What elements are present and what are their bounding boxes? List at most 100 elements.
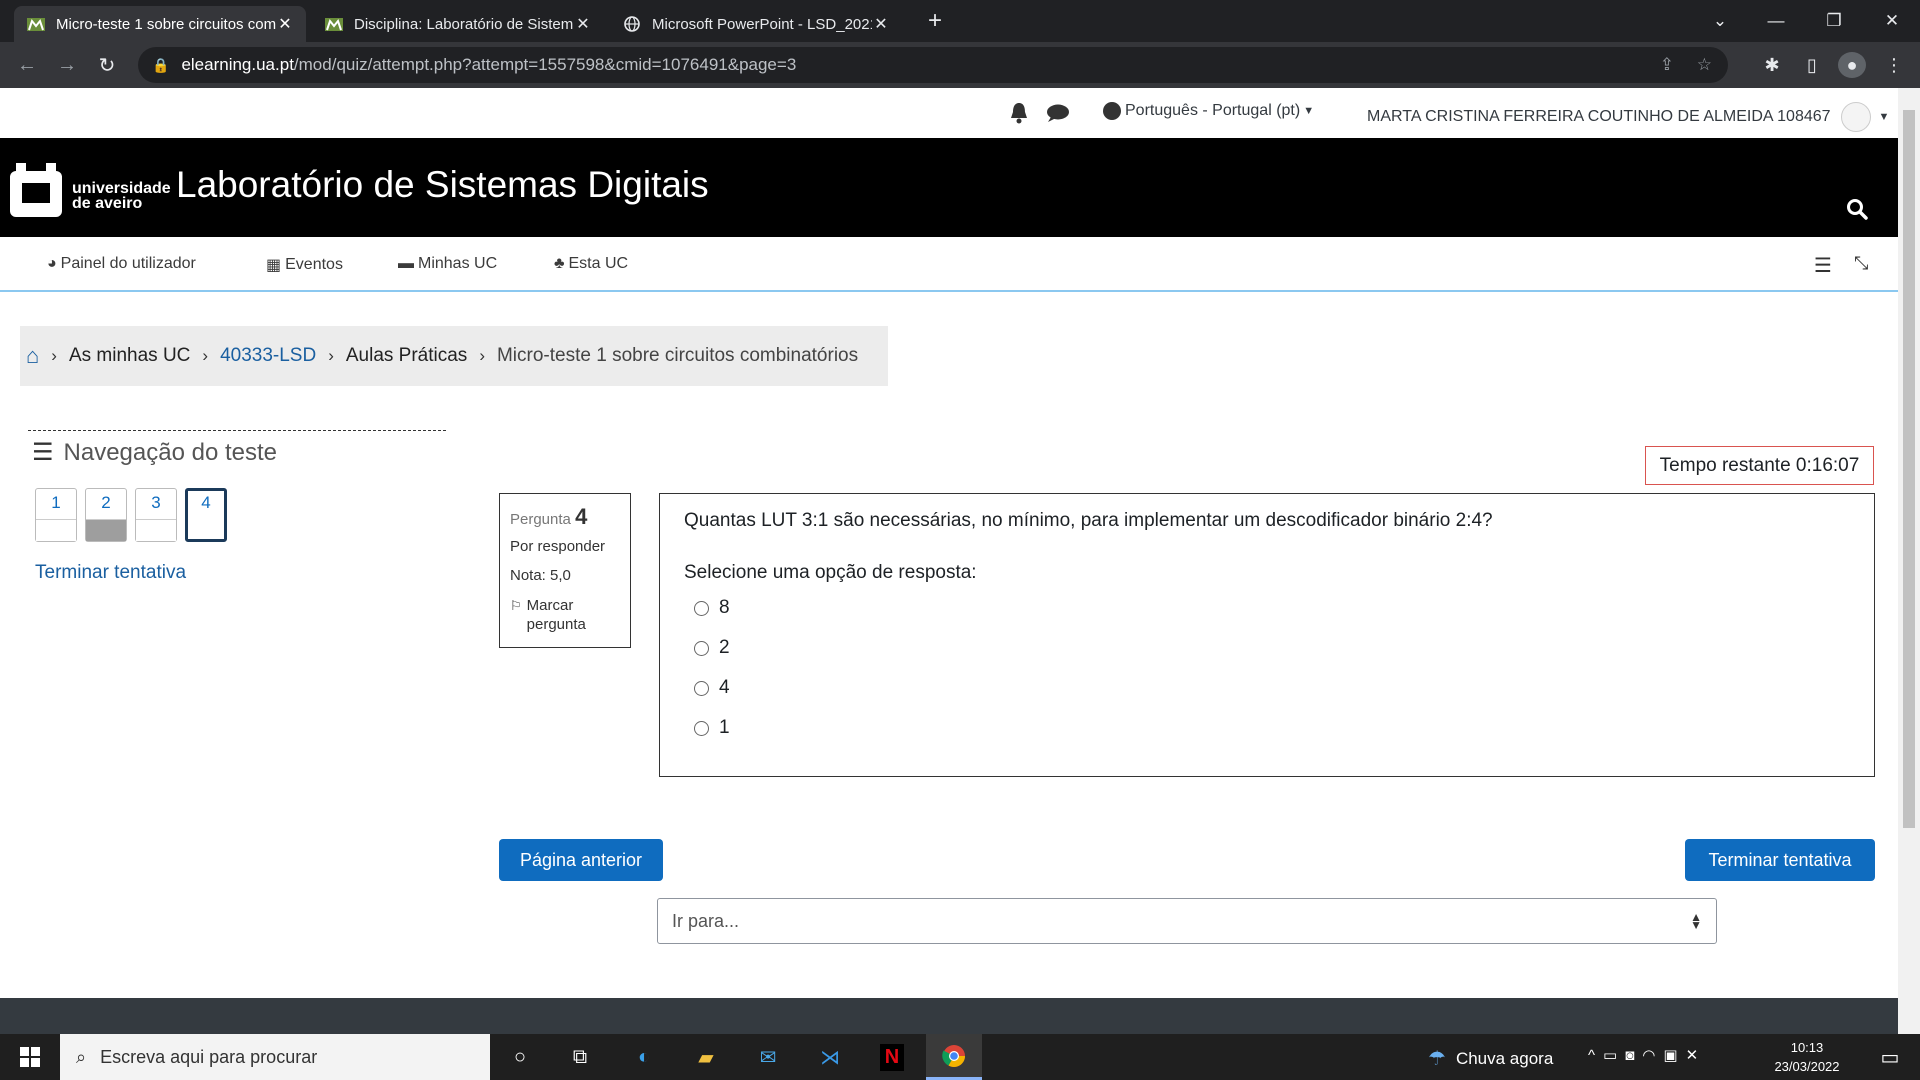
- quiz-nav-question-4[interactable]: 4: [185, 488, 227, 542]
- bookmark-star-icon[interactable]: ☆: [1697, 55, 1712, 75]
- nav-item-this-course[interactable]: ♣ Esta UC: [554, 255, 628, 273]
- drawer-toggle-icon[interactable]: ☰: [1814, 253, 1832, 278]
- forward-arrow-icon[interactable]: →: [52, 50, 82, 80]
- tab-search-icon[interactable]: ⌄: [1692, 0, 1748, 42]
- user-dropdown[interactable]: MARTA CRISTINA FERREIRA COUTINHO DE ALME…: [1367, 102, 1889, 132]
- umbrella-icon: ☂: [1428, 1048, 1446, 1070]
- breadcrumb-item-section[interactable]: Aulas Práticas: [346, 345, 467, 367]
- reload-icon[interactable]: ↻: [92, 50, 122, 80]
- task-view-icon[interactable]: ⧉: [552, 1034, 608, 1080]
- browser-toolbar: ← → ↻ 🔒 elearning.ua.pt/mod/quiz/attempt…: [0, 42, 1920, 88]
- close-tab-icon[interactable]: ✕: [276, 14, 294, 34]
- close-tab-icon[interactable]: ✕: [574, 14, 592, 34]
- restore-window-icon[interactable]: ❐: [1806, 0, 1862, 42]
- site-title[interactable]: Laboratório de Sistemas Digitais: [176, 164, 709, 206]
- language-label: Português - Portugal (pt): [1125, 102, 1301, 119]
- browser-tab-3[interactable]: Microsoft PowerPoint - LSD_2021 ✕: [610, 6, 902, 42]
- windows-taskbar: ⌕ Escreva aqui para procurar ○ ⧉ ◐ ▰ ✉ ⋊…: [0, 1034, 1920, 1080]
- university-logo-icon[interactable]: [10, 163, 62, 217]
- file-explorer-icon[interactable]: ▰: [678, 1034, 734, 1080]
- volume-muted-icon[interactable]: ✕: [1686, 1047, 1707, 1064]
- weather-widget[interactable]: ☂ Chuva agora: [1428, 1046, 1553, 1071]
- finish-attempt-button[interactable]: Terminar tentativa: [1685, 839, 1875, 881]
- cortana-icon[interactable]: ○: [492, 1034, 548, 1080]
- answer-option-label: 8: [719, 597, 730, 618]
- radio-button[interactable]: [694, 600, 709, 616]
- breadcrumb-separator-icon: ›: [51, 346, 57, 365]
- breadcrumb-separator-icon: ›: [328, 346, 334, 365]
- breadcrumb-item-course[interactable]: 40333-LSD: [220, 345, 316, 367]
- nav-item-dashboard[interactable]: ◕ Painel do utilizador: [47, 255, 196, 273]
- tab-title: Micro-teste 1 sobre circuitos com: [56, 15, 276, 33]
- select-arrows-icon: ▲ ▼: [1690, 910, 1702, 932]
- question-label: Pergunta: [510, 511, 571, 528]
- battery-icon[interactable]: ▭: [1603, 1047, 1625, 1064]
- flag-question-toggle[interactable]: ⚐ Marcar pergunta: [510, 596, 620, 634]
- nav-item-events[interactable]: ▦ Eventos: [266, 255, 343, 275]
- back-arrow-icon[interactable]: ←: [12, 50, 42, 80]
- scrollbar-thumb[interactable]: [1903, 110, 1915, 828]
- browser-tab-2[interactable]: Disciplina: Laboratório de Sistem ✕: [312, 6, 604, 42]
- page-scrollbar[interactable]: [1898, 88, 1920, 1034]
- browser-tab-1[interactable]: Micro-teste 1 sobre circuitos com ✕: [14, 6, 306, 42]
- breadcrumb-item-my-courses[interactable]: As minhas UC: [69, 345, 190, 367]
- camera-icon[interactable]: ◙: [1625, 1047, 1642, 1064]
- radio-button[interactable]: [694, 720, 709, 736]
- answer-option[interactable]: 1: [684, 708, 1850, 748]
- taskbar-search-box[interactable]: ⌕ Escreva aqui para procurar: [60, 1034, 490, 1080]
- moodle-favicon-icon: [27, 18, 45, 31]
- breadcrumb-item-current: Micro-teste 1 sobre circuitos combinatór…: [496, 345, 859, 366]
- main-navigation: ◕ Painel do utilizador ▦ Eventos ▬ Minha…: [0, 237, 1898, 292]
- answer-option[interactable]: 2: [684, 628, 1850, 668]
- taskbar-clock[interactable]: 10:13 23/03/2022: [1762, 1038, 1852, 1076]
- lock-icon: 🔒: [152, 56, 170, 73]
- close-tab-icon[interactable]: ✕: [872, 14, 890, 34]
- nav-item-my-courses[interactable]: ▬ Minhas UC: [398, 255, 497, 273]
- url-path: /mod/quiz/attempt.php?attempt=1557598&cm…: [293, 55, 797, 74]
- system-tray-icons[interactable]: ^▭◙◠▣✕: [1588, 1046, 1706, 1064]
- notification-center-icon[interactable]: ▭: [1862, 1034, 1918, 1080]
- windows-start-icon[interactable]: [2, 1034, 58, 1080]
- answer-option[interactable]: 8: [684, 588, 1850, 628]
- side-panel-icon[interactable]: ▯: [1798, 52, 1826, 78]
- tab-title: Microsoft PowerPoint - LSD_2021: [652, 15, 872, 33]
- hamburger-menu-icon[interactable]: ☰: [32, 438, 54, 467]
- radio-button[interactable]: [694, 640, 709, 656]
- close-window-icon[interactable]: ✕: [1864, 0, 1920, 42]
- display-icon[interactable]: ▣: [1663, 1047, 1685, 1064]
- dashboard-icon: ◕: [47, 255, 57, 272]
- share-icon[interactable]: ⇪: [1660, 55, 1674, 75]
- home-icon[interactable]: ⌂: [26, 343, 39, 369]
- netflix-icon[interactable]: N: [864, 1034, 920, 1080]
- messages-chat-icon[interactable]: [1045, 103, 1071, 128]
- extensions-puzzle-icon[interactable]: ✱: [1758, 52, 1786, 78]
- language-selector[interactable]: Português - Portugal (pt) ▼: [1103, 102, 1314, 120]
- chrome-menu-icon[interactable]: ⋮: [1880, 52, 1908, 78]
- breadcrumb-separator-icon: ›: [202, 346, 209, 365]
- timer-label: Tempo restante: [1659, 454, 1791, 476]
- wifi-icon[interactable]: ◠: [1642, 1047, 1663, 1064]
- finish-attempt-link[interactable]: Terminar tentativa: [35, 562, 186, 584]
- compress-icon[interactable]: ⤡: [1854, 253, 1868, 274]
- new-tab-button[interactable]: +: [920, 6, 950, 36]
- search-icon[interactable]: [1846, 198, 1868, 225]
- quiz-nav-question-2[interactable]: 2: [85, 488, 127, 542]
- edge-browser-icon[interactable]: ◐: [616, 1034, 672, 1080]
- quiz-nav-question-3[interactable]: 3: [135, 488, 177, 542]
- jump-to-select[interactable]: Ir para... ▲ ▼: [657, 898, 1717, 944]
- quiz-nav-question-1[interactable]: 1: [35, 488, 77, 542]
- address-bar[interactable]: 🔒 elearning.ua.pt/mod/quiz/attempt.php?a…: [138, 47, 1728, 83]
- profile-avatar-icon[interactable]: ●: [1838, 52, 1866, 78]
- notification-bell-icon[interactable]: [1008, 101, 1030, 131]
- previous-page-button[interactable]: Página anterior: [499, 839, 663, 881]
- moodle-favicon-icon: [325, 18, 343, 31]
- radio-button[interactable]: [694, 680, 709, 696]
- answer-option[interactable]: 4: [684, 668, 1850, 708]
- mail-icon[interactable]: ✉: [740, 1034, 796, 1080]
- vscode-icon[interactable]: ⋊: [802, 1034, 858, 1080]
- minimize-window-icon[interactable]: —: [1748, 0, 1804, 42]
- chrome-taskbar-icon[interactable]: [926, 1034, 982, 1080]
- chevron-up-icon[interactable]: ^: [1588, 1047, 1603, 1064]
- globe-icon: [1103, 102, 1121, 120]
- breadcrumb: ⌂ › As minhas UC › 40333-LSD › Aulas Prá…: [20, 326, 888, 386]
